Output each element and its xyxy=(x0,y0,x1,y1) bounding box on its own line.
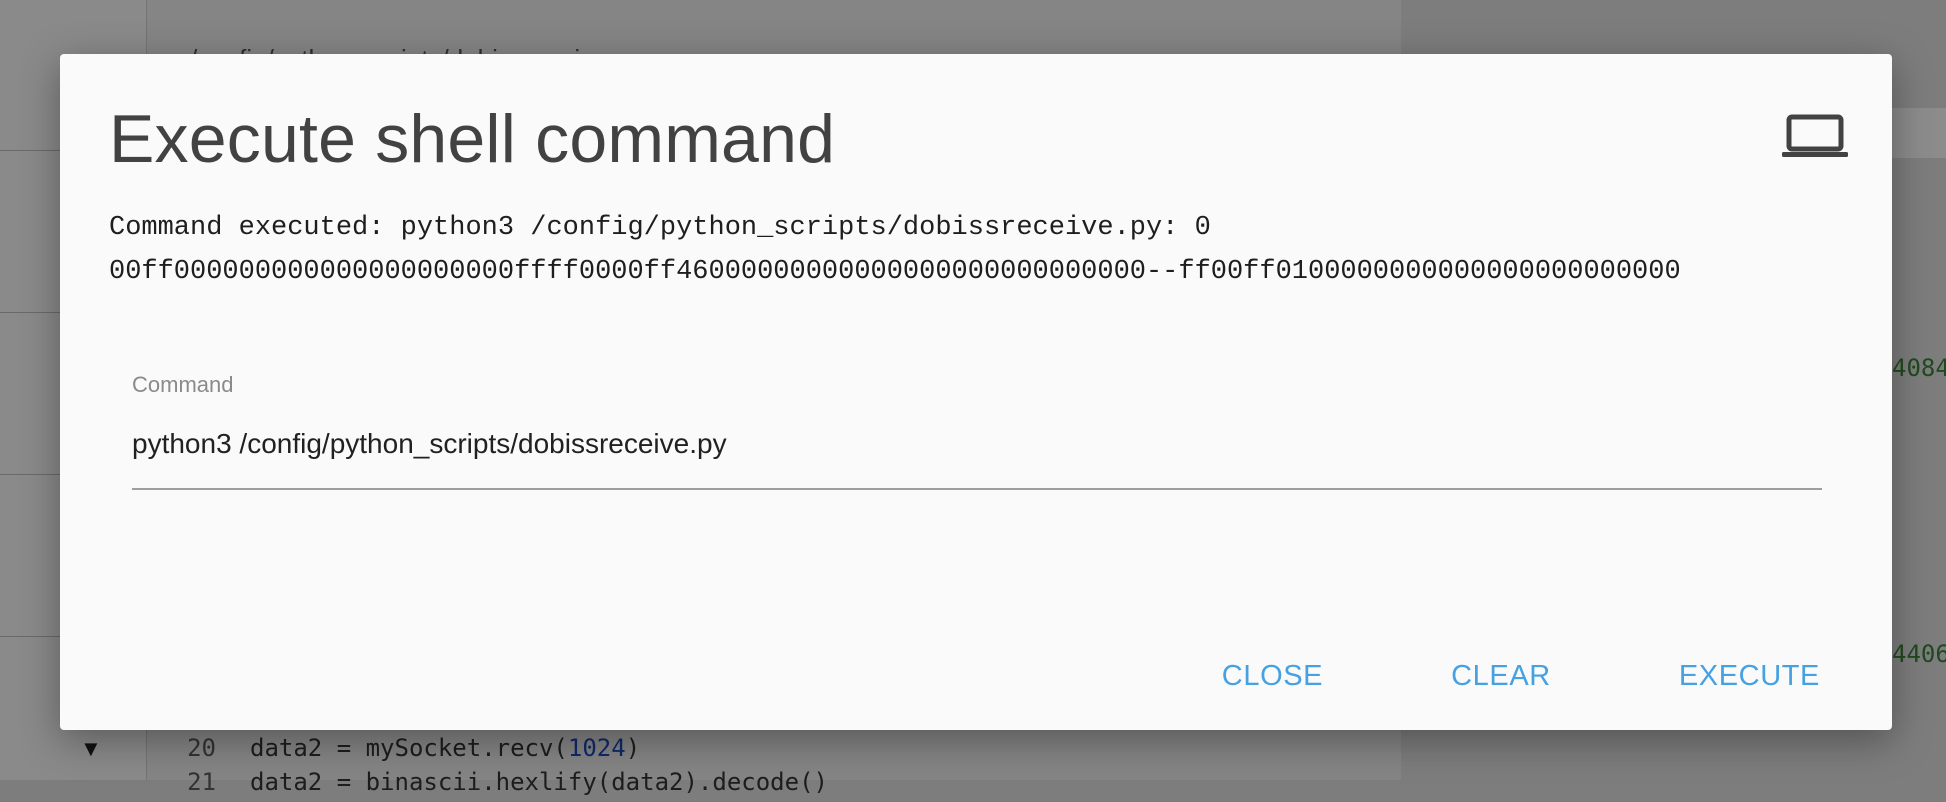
close-button[interactable]: CLOSE xyxy=(1222,652,1323,701)
dialog-actions: CLOSE CLEAR EXECUTE xyxy=(1222,652,1820,701)
command-field: Command xyxy=(132,372,1822,490)
laptop-icon xyxy=(1782,114,1848,157)
output-line: 00ff000000000000000000000ffff0000ff46000… xyxy=(109,257,1681,287)
clear-button[interactable]: CLEAR xyxy=(1451,652,1551,701)
code-number-literal: 1024 xyxy=(567,734,626,762)
background-right-number: 4406 xyxy=(1892,640,1946,668)
command-output: Command executed: python3 /config/python… xyxy=(109,206,1843,294)
execute-button[interactable]: EXECUTE xyxy=(1679,652,1820,701)
command-label: Command xyxy=(132,372,234,397)
fold-toggle-icon[interactable]: ▼ xyxy=(80,736,102,762)
code-line: 21 data2 = binascii.hexlify(data2).decode… xyxy=(146,768,1400,802)
code-text: ) xyxy=(625,734,641,762)
line-number: 20 xyxy=(187,734,216,762)
background-right-number: 4084 xyxy=(1892,354,1946,382)
execute-shell-command-dialog: Execute shell command Command executed: … xyxy=(60,54,1892,730)
line-number: 21 xyxy=(187,768,216,796)
code-text: data2 = mySocket.recv( xyxy=(250,734,568,762)
code-line: 20 data2 = mySocket.recv(1024) xyxy=(146,734,1400,768)
output-line: Command executed: python3 /config/python… xyxy=(109,213,1211,243)
background-right-panel-bar xyxy=(1890,108,1946,158)
dialog-title: Execute shell command xyxy=(109,101,836,177)
code-text: data2 = binascii.hexlify(data2).decode() xyxy=(250,768,828,796)
command-input[interactable] xyxy=(132,416,1822,490)
